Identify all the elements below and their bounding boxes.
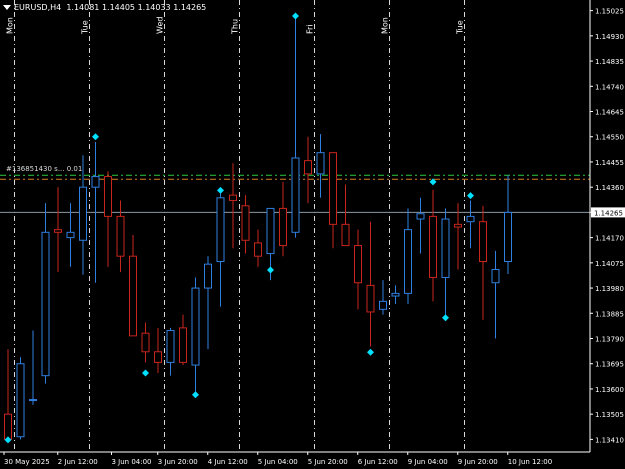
- candle-body: [341, 223, 350, 247]
- candle-body: [129, 255, 137, 337]
- candle-body: [229, 194, 237, 201]
- price-tick-label: 1.15025: [595, 8, 624, 16]
- time-tick-label: 6 Jun 12:00: [358, 458, 398, 466]
- candle-body: [329, 152, 337, 225]
- candle-body: [354, 245, 362, 284]
- price-tick-label: 1.13505: [595, 411, 624, 419]
- candle-body: [54, 229, 62, 233]
- candle-body: [404, 229, 412, 294]
- symbol-timeframe: EURUSD,H4: [14, 3, 62, 12]
- candle-body: [379, 300, 387, 310]
- candle-body: [141, 332, 150, 353]
- price-tick-label: 1.13885: [595, 310, 624, 318]
- candle-body: [16, 363, 25, 438]
- day-marker-label: Tue: [81, 20, 90, 35]
- price-tick-label: 1.14550: [595, 134, 624, 142]
- time-tick-label: 9 Jun 20:00: [458, 458, 498, 466]
- candle-body: [154, 351, 162, 363]
- candle-body: [491, 268, 500, 284]
- price-tick-label: 1.14170: [595, 235, 624, 243]
- price-chart[interactable]: Mon Tue Wed Thu Fri Mon Tue 1.15025 1.14930 1.14…: [0, 0, 625, 469]
- day-marker-label: Tue: [456, 20, 465, 35]
- price-tick-label: 1.14645: [595, 109, 624, 117]
- candle-body: [254, 242, 262, 257]
- time-tick-label: 5 Jun 20:00: [308, 458, 348, 466]
- time-tick-label: 9 Jun 04:00: [408, 458, 448, 466]
- price-tick-label: 1.13980: [595, 285, 624, 293]
- candle-body: [391, 292, 400, 297]
- candle-body: [241, 205, 250, 241]
- candle-body: [279, 207, 287, 247]
- trade-order-label[interactable]: #136851430 s... 0.01: [6, 165, 82, 174]
- time-tick-label: 30 May 2025: [4, 458, 50, 466]
- candle-body: [441, 218, 450, 278]
- candle-body: [504, 211, 512, 263]
- time-tick-label: 3 Jun 20:00: [158, 458, 198, 466]
- candle-body: [91, 176, 100, 188]
- day-marker-label: Mon: [381, 17, 390, 34]
- candle-body: [104, 176, 112, 217]
- candle-body: [366, 284, 375, 313]
- dropdown-triangle-icon[interactable]: [3, 5, 11, 10]
- candle-body: [466, 215, 475, 223]
- candle-body: [79, 186, 87, 241]
- ohlc-values: 1.14081 1.14405 1.14033 1.14265: [66, 3, 207, 12]
- candle-body: [116, 215, 125, 257]
- current-price-label: 1.14265: [594, 209, 623, 217]
- candle-body: [266, 207, 275, 255]
- price-tick-label: 1.14930: [595, 33, 624, 41]
- price-tick-label: 1.14835: [595, 58, 624, 66]
- price-tick-label: 1.14075: [595, 260, 624, 268]
- day-marker-label: Wed: [156, 17, 165, 34]
- price-tick-label: 1.14360: [595, 184, 624, 192]
- price-tick-label: 1.13600: [595, 386, 624, 394]
- candle-body: [416, 213, 425, 220]
- price-tick-label: 1.13695: [595, 361, 624, 369]
- price-tick-label: 1.13790: [595, 336, 624, 344]
- price-tick-label: 1.14740: [595, 83, 624, 91]
- candle-body: [429, 215, 437, 278]
- time-tick-label: 3 Jun 04:00: [112, 458, 152, 466]
- candle-body: [41, 231, 50, 377]
- time-tick-label: 4 Jun 12:00: [208, 458, 248, 466]
- candle-body: [179, 327, 187, 363]
- candle-body: [29, 399, 37, 402]
- candle-body: [4, 413, 12, 440]
- candle-body: [216, 197, 225, 263]
- day-marker-label: Fri: [306, 24, 315, 34]
- candle-body: [166, 330, 175, 363]
- time-tick-label: 2 Jun 12:00: [58, 458, 98, 466]
- time-tick-label: 5 Jun 04:00: [258, 458, 298, 466]
- chart-background: [0, 0, 625, 469]
- price-tick-label: 1.14455: [595, 159, 624, 167]
- day-marker-label: Mon: [6, 17, 15, 34]
- price-tick-label: 1.13410: [595, 436, 624, 444]
- candle-body: [191, 287, 200, 366]
- time-tick-label: 10 Jun 12:00: [508, 458, 552, 466]
- chart-header: EURUSD,H4 1.14081 1.14405 1.14033 1.1426…: [3, 2, 206, 14]
- day-marker-label: Thu: [231, 19, 240, 35]
- candle-body: [204, 263, 212, 289]
- candle-body: [316, 152, 325, 175]
- candle-body: [291, 157, 300, 233]
- candle-body: [479, 221, 487, 263]
- candle-body: [304, 160, 312, 175]
- candle-body: [454, 223, 462, 228]
- candle-body: [66, 231, 75, 239]
